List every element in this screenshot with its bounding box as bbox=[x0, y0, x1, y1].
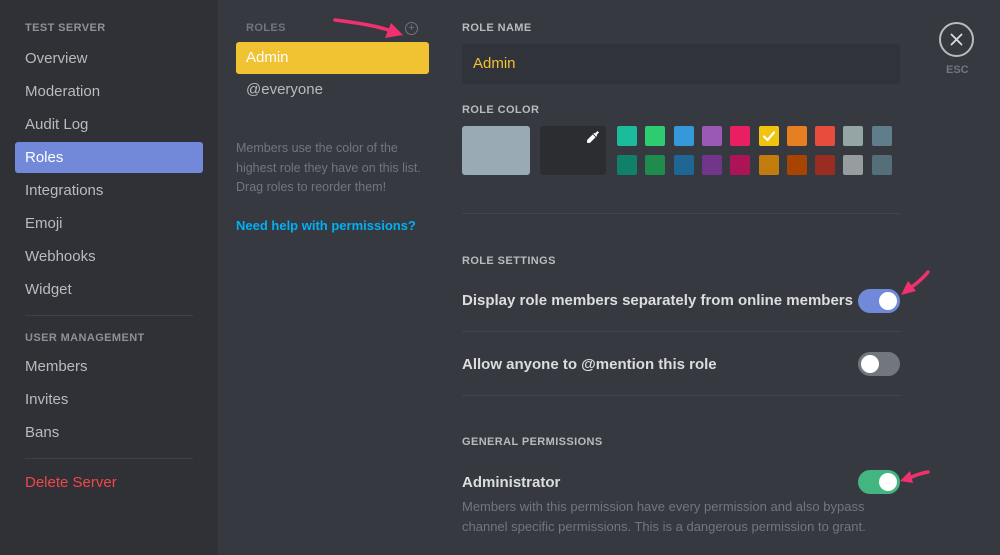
roles-header: ROLES bbox=[246, 22, 286, 34]
color-swatch[interactable] bbox=[701, 126, 722, 146]
administrator-label: Administrator bbox=[462, 474, 561, 491]
color-swatch[interactable] bbox=[786, 155, 807, 175]
settings-sidebar: TEST SERVER Overview Moderation Audit Lo… bbox=[0, 0, 218, 555]
sidebar-item-invites[interactable]: Invites bbox=[15, 384, 203, 415]
user-management-header: USER MANAGEMENT bbox=[25, 332, 145, 344]
sidebar-item-overview[interactable]: Overview bbox=[15, 43, 203, 74]
section-divider bbox=[462, 213, 900, 214]
color-swatch[interactable] bbox=[758, 155, 779, 175]
annotation-arrow-icon bbox=[901, 270, 930, 295]
sidebar-item-integrations[interactable]: Integrations bbox=[15, 175, 203, 206]
role-name-title: ROLE NAME bbox=[462, 22, 532, 34]
color-swatch[interactable] bbox=[730, 126, 751, 146]
sidebar-item-emoji[interactable]: Emoji bbox=[15, 208, 203, 239]
close-button[interactable] bbox=[939, 22, 974, 57]
delete-server-button[interactable]: Delete Server bbox=[15, 467, 203, 498]
color-swatch[interactable] bbox=[871, 155, 892, 175]
annotation-arrow-icon bbox=[333, 18, 403, 38]
color-swatch[interactable] bbox=[871, 126, 892, 146]
role-name-input[interactable]: Admin bbox=[462, 44, 900, 84]
default-color-swatch[interactable] bbox=[462, 126, 530, 175]
color-swatch[interactable] bbox=[617, 155, 637, 175]
custom-color-picker[interactable] bbox=[540, 126, 606, 175]
administrator-toggle[interactable] bbox=[858, 470, 900, 494]
color-swatch[interactable] bbox=[815, 126, 836, 146]
sidebar-divider bbox=[25, 458, 193, 459]
eyedropper-icon bbox=[587, 131, 599, 143]
toggle-knob bbox=[879, 473, 897, 491]
roles-help-text: Members use the color of the highest rol… bbox=[236, 141, 421, 194]
sidebar-item-moderation[interactable]: Moderation bbox=[15, 76, 203, 107]
color-swatch[interactable] bbox=[617, 126, 637, 146]
permissions-help-link[interactable]: Need help with permissions? bbox=[236, 218, 416, 233]
color-swatch[interactable] bbox=[645, 126, 666, 146]
color-swatch[interactable] bbox=[730, 155, 751, 175]
sidebar-item-widget[interactable]: Widget bbox=[15, 274, 203, 305]
color-swatch[interactable] bbox=[701, 155, 722, 175]
annotation-arrow-icon bbox=[900, 470, 930, 483]
color-swatch[interactable] bbox=[758, 126, 779, 146]
sidebar-item-bans[interactable]: Bans bbox=[15, 417, 203, 448]
esc-label: ESC bbox=[946, 64, 969, 76]
server-name-header: TEST SERVER bbox=[25, 22, 106, 34]
role-color-title: ROLE COLOR bbox=[462, 104, 540, 116]
sidebar-item-roles[interactable]: Roles bbox=[15, 142, 203, 173]
color-swatch[interactable] bbox=[843, 126, 864, 146]
color-swatch[interactable] bbox=[843, 155, 864, 175]
plus-circle-icon[interactable]: + bbox=[405, 22, 418, 35]
role-item-admin[interactable]: Admin bbox=[236, 42, 429, 74]
color-swatch[interactable] bbox=[673, 155, 694, 175]
mention-toggle[interactable] bbox=[858, 352, 900, 376]
close-icon bbox=[950, 33, 963, 46]
section-divider bbox=[462, 395, 900, 396]
checkmark-icon bbox=[762, 131, 775, 142]
section-divider bbox=[462, 331, 900, 332]
sidebar-item-members[interactable]: Members bbox=[15, 351, 203, 382]
mention-setting-label: Allow anyone to @mention this role bbox=[462, 356, 717, 373]
color-swatch[interactable] bbox=[645, 155, 666, 175]
role-item-everyone[interactable]: @everyone bbox=[236, 74, 429, 106]
sidebar-divider bbox=[25, 315, 193, 316]
administrator-description: Members with this permission have every … bbox=[462, 499, 866, 534]
sidebar-item-webhooks[interactable]: Webhooks bbox=[15, 241, 203, 272]
color-swatch[interactable] bbox=[786, 126, 807, 146]
sidebar-item-audit-log[interactable]: Audit Log bbox=[15, 109, 203, 140]
toggle-knob bbox=[879, 292, 897, 310]
hoist-setting-label: Display role members separately from onl… bbox=[462, 292, 853, 309]
toggle-knob bbox=[861, 355, 879, 373]
color-swatch[interactable] bbox=[815, 155, 836, 175]
general-permissions-title: GENERAL PERMISSIONS bbox=[462, 436, 603, 448]
color-swatch[interactable] bbox=[673, 126, 694, 146]
role-settings-title: ROLE SETTINGS bbox=[462, 255, 556, 267]
hoist-toggle[interactable] bbox=[858, 289, 900, 313]
